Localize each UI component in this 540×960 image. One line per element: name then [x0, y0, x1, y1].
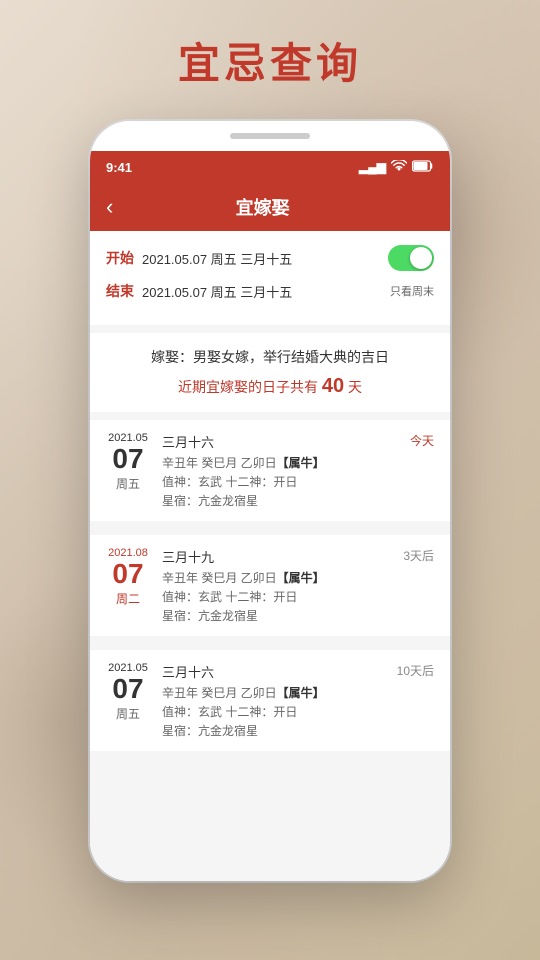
- weekday-1: 周五: [116, 475, 140, 492]
- app-container: 9:41 ▂▄▆: [90, 151, 450, 881]
- day-3: 07: [112, 674, 143, 705]
- wifi-icon: [391, 160, 407, 175]
- end-label: 结束: [106, 281, 142, 301]
- date-block-1: 2021.05 07 周五: [106, 432, 150, 492]
- list-container: 2021.05 07 周五 三月十六 辛丑年 癸巳月 乙卯日【属牛】 值神：玄武…: [90, 420, 450, 881]
- toggle-label: 只看周末: [390, 283, 434, 299]
- end-date-value: 2021.05.07 周五 三月十五: [142, 282, 390, 301]
- ganzhi-2: 辛丑年 癸巳月 乙卯日【属牛】: [162, 569, 391, 586]
- item-tag-1: 今天: [410, 432, 434, 449]
- item-tag-3: 10天后: [397, 662, 434, 679]
- list-item-2[interactable]: 2021.08 07 周二 三月十九 辛丑年 癸巳月 乙卯日【属牛】 值神：玄武…: [90, 535, 450, 636]
- count-prefix: 近期宜嫁娶的日子共有: [178, 379, 318, 395]
- status-icons: ▂▄▆: [359, 160, 434, 175]
- count-suffix: 天: [348, 379, 362, 395]
- list-item-3[interactable]: 2021.05 07 周五 三月十六 辛丑年 癸巳月 乙卯日【属牛】 值神：玄武…: [90, 650, 450, 751]
- date-block-2: 2021.08 07 周二: [106, 547, 150, 607]
- weekend-toggle-container: [388, 245, 434, 271]
- start-label: 开始: [106, 248, 142, 268]
- lunar-2: 三月十九: [162, 547, 391, 566]
- weekday-2: 周二: [116, 590, 140, 607]
- phone-mockup: 9:41 ▂▄▆: [90, 121, 450, 881]
- header-title: 宜嫁娶: [121, 194, 404, 220]
- zhishen-2: 值神：玄武 十二神：开日: [162, 588, 391, 605]
- lunar-3: 三月十六: [162, 662, 385, 681]
- date-block-3: 2021.05 07 周五: [106, 662, 150, 722]
- day-2: 07: [112, 559, 143, 590]
- phone-notch-pill: [230, 133, 310, 139]
- start-date-value: 2021.05.07 周五 三月十五: [142, 249, 388, 268]
- day-1: 07: [112, 444, 143, 475]
- list-item[interactable]: 2021.05 07 周五 三月十六 辛丑年 癸巳月 乙卯日【属牛】 值神：玄武…: [90, 420, 450, 521]
- app-header: ‹ 宜嫁娶: [90, 183, 450, 231]
- star-1: 星宿：亢金龙宿星: [162, 492, 398, 509]
- divider-1: [90, 527, 450, 535]
- count-text: 近期宜嫁娶的日子共有 40 天: [106, 375, 434, 398]
- zhishen-1: 值神：玄武 十二神：开日: [162, 473, 398, 490]
- item-info-3: 三月十六 辛丑年 癸巳月 乙卯日【属牛】 值神：玄武 十二神：开日 星宿：亢金龙…: [162, 662, 385, 739]
- item-info-1: 三月十六 辛丑年 癸巳月 乙卯日【属牛】 值神：玄武 十二神：开日 星宿：亢金龙…: [162, 432, 398, 509]
- description-section: 嫁娶：男娶女嫁，举行结婚大典的吉日 近期宜嫁娶的日子共有 40 天: [90, 333, 450, 412]
- lunar-1: 三月十六: [162, 432, 398, 451]
- status-time: 9:41: [106, 160, 132, 175]
- ganzhi-3: 辛丑年 癸巳月 乙卯日【属牛】: [162, 684, 385, 701]
- description-text: 嫁娶：男娶女嫁，举行结婚大典的吉日: [106, 347, 434, 367]
- count-number: 40: [322, 375, 344, 397]
- weekday-3: 周五: [116, 705, 140, 722]
- start-date-row: 开始 2021.05.07 周五 三月十五: [106, 245, 434, 271]
- signal-icon: ▂▄▆: [359, 160, 386, 174]
- item-tag-2: 3天后: [403, 547, 434, 564]
- divider-2: [90, 642, 450, 650]
- item-info-2: 三月十九 辛丑年 癸巳月 乙卯日【属牛】 值神：玄武 十二神：开日 星宿：亢金龙…: [162, 547, 391, 624]
- weekend-toggle[interactable]: [388, 245, 434, 271]
- star-2: 星宿：亢金龙宿星: [162, 607, 391, 624]
- ganzhi-1: 辛丑年 癸巳月 乙卯日【属牛】: [162, 454, 398, 471]
- zhishen-3: 值神：玄武 十二神：开日: [162, 703, 385, 720]
- battery-icon: [412, 160, 434, 175]
- star-3: 星宿：亢金龙宿星: [162, 722, 385, 739]
- end-date-row: 结束 2021.05.07 周五 三月十五 只看周末: [106, 281, 434, 301]
- status-bar: 9:41 ▂▄▆: [90, 151, 450, 183]
- toggle-knob: [410, 247, 432, 269]
- phone-notch-bar: [90, 121, 450, 151]
- page-title: 宜忌查询: [0, 0, 540, 111]
- date-filter-section: 开始 2021.05.07 周五 三月十五 结束 2021.05.07 周五 三…: [90, 231, 450, 325]
- back-button[interactable]: ‹: [106, 190, 121, 224]
